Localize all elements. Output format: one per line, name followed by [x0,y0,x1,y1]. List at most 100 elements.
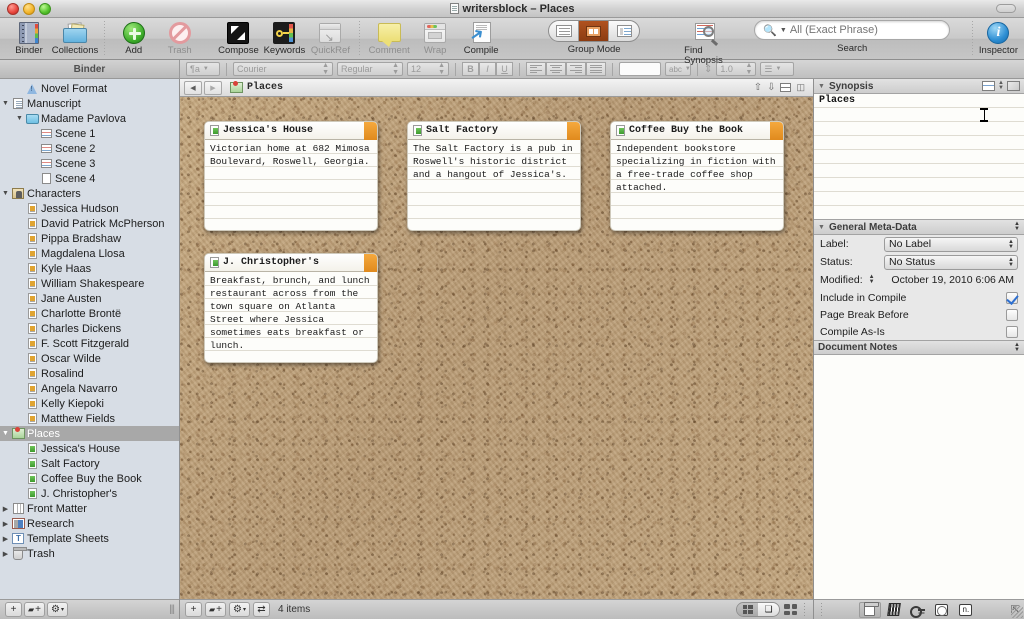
group-mode-outline[interactable] [549,21,580,41]
binder-item-jessica-s-house[interactable]: Jessica's House [0,441,179,456]
binder-item-david-patrick-mcpherson[interactable]: David Patrick McPherson [0,216,179,231]
synopsis-image-icon[interactable] [1007,81,1020,91]
zoom-button[interactable] [39,3,51,15]
group-mode-document[interactable] [609,21,639,41]
binder-item-salt-factory[interactable]: Salt Factory [0,456,179,471]
binder-item-charlotte-bront[interactable]: Charlotte Brontë [0,306,179,321]
chevron-down-icon[interactable]: ▼ [780,27,787,34]
italic-button[interactable]: I [479,62,496,76]
minimize-button[interactable] [23,3,35,15]
search-control[interactable]: 🔍 ▼ Search [754,20,951,54]
binder-item-coffee-buy-the-book[interactable]: Coffee Buy the Book [0,471,179,486]
disclosure-triangle-open-icon[interactable]: ▼ [0,430,11,437]
binder-item-novel-format[interactable]: Novel Format [0,81,179,96]
binder-add-button[interactable]: + [5,602,22,617]
binder-item-kyle-haas[interactable]: Kyle Haas [0,261,179,276]
font-family-menu[interactable]: Courier ▲ ▼ [233,62,333,76]
page-break-before-row[interactable]: Page Break Before [814,306,1024,323]
swap-button[interactable]: ⇄ [252,602,270,617]
keywords-tab[interactable] [907,602,929,618]
disclosure-triangle-closed-icon[interactable]: ▶ [0,535,11,543]
window-resize-grip[interactable] [1011,606,1023,618]
split-vertical-icon[interactable]: ◫ [796,82,805,93]
corkboard-view[interactable]: Jessica's House Victorian home at 682 Mim… [180,97,813,599]
binder-item-angela-navarro[interactable]: Angela Navarro [0,381,179,396]
index-card[interactable]: Coffee Buy the Book Independent bookstore… [610,121,784,231]
card-size-button[interactable] [784,604,797,615]
include-in-compile-checkbox[interactable] [1006,291,1018,304]
document-notes-area[interactable] [814,355,1024,599]
inspector-button[interactable]: i Inspector [979,20,1018,56]
page-break-before-checkbox[interactable] [1006,308,1018,321]
index-card[interactable]: Salt Factory The Salt Factory is a pub in… [407,121,581,231]
font-face-menu[interactable]: Regular ▲ ▼ [337,62,403,76]
index-card[interactable]: Jessica's House Victorian home at 682 Mim… [204,121,378,231]
binder-item-scene-4[interactable]: Scene 4 [0,171,179,186]
binder-item-matthew-fields[interactable]: Matthew Fields [0,411,179,426]
binder-item-j-christopher-s[interactable]: J. Christopher's [0,486,179,501]
document-notes-header[interactable]: Document Notes ▲ ▼ [814,340,1024,355]
binder-item-jane-austen[interactable]: Jane Austen [0,291,179,306]
align-justify-button[interactable] [586,62,606,76]
trash-button[interactable]: Trash [157,20,203,56]
compile-button[interactable]: ➜ Compile [458,20,504,56]
binder-item-scene-3[interactable]: Scene 3 [0,156,179,171]
binder-item-magdalena-llosa[interactable]: Magdalena Llosa [0,246,179,261]
references-tab[interactable] [883,602,905,618]
synopsis-card-icon[interactable] [982,81,996,91]
label-popup[interactable]: No Label ▲ ▼ [884,236,1018,252]
disclosure-triangle-open-icon[interactable]: ▼ [0,100,11,107]
group-mode-control[interactable]: Group Mode [548,20,641,55]
disclosure-triangle-closed-icon[interactable]: ▶ [0,550,11,558]
document-notes-stepper-icon[interactable]: ▲ ▼ [1014,342,1020,353]
binder-item-jessica-hudson[interactable]: Jessica Hudson [0,201,179,216]
synopsis-header[interactable]: ▼ Synopsis ▲ ▼ [814,79,1024,94]
font-size-menu[interactable]: 12 ▲ ▼ [407,62,449,76]
binder-add-folder-button[interactable]: ▰ + [24,602,45,617]
binder-item-f-scott-fitzgerald[interactable]: F. Scott Fitzgerald [0,336,179,351]
freeform-layout-button[interactable]: ❏ [758,603,779,616]
index-card-synopsis[interactable]: Breakfast, brunch, and lunch restaurant … [205,273,377,362]
binder-item-manuscript[interactable]: ▼ Manuscript [0,96,179,111]
search-field[interactable]: 🔍 ▼ [754,20,951,40]
disclosure-triangle-open-icon[interactable]: ▼ [14,115,25,122]
binder-item-front-matter[interactable]: ▶ Front Matter [0,501,179,516]
collections-button[interactable]: Collections [52,20,98,56]
binder-item-scene-2[interactable]: Scene 2 [0,141,179,156]
disclosure-triangle-open-icon[interactable]: ▼ [0,190,11,197]
index-card-synopsis[interactable]: Victorian home at 682 Mimosa Boulevard, … [205,141,377,230]
notes-tab[interactable] [858,601,881,618]
binder-item-places[interactable]: ▼ Places [0,426,179,441]
binder-item-rosalind[interactable]: Rosalind [0,366,179,381]
back-button[interactable]: ◀ [184,80,202,95]
editor-settings-button[interactable]: ⚙ ▾ [229,602,250,617]
binder-item-kelly-kiepoki[interactable]: Kelly Kiepoki [0,396,179,411]
bold-button[interactable]: B [462,62,479,76]
compile-as-is-checkbox[interactable] [1006,325,1018,338]
align-center-button[interactable] [546,62,566,76]
list-menu[interactable]: ☰ ▼ [760,62,795,76]
editor-add-folder-button[interactable]: ▰ + [205,602,226,617]
binder-item-william-shakespeare[interactable]: William Shakespeare [0,276,179,291]
disclosure-triangle-closed-icon[interactable]: ▶ [0,520,11,528]
group-mode-corkboard[interactable] [579,21,610,41]
add-button[interactable]: Add [111,20,157,56]
synopsis-field[interactable]: Places [814,94,1024,220]
paragraph-style-menu[interactable]: ¶a ▼ [186,62,220,76]
index-card-synopsis[interactable]: The Salt Factory is a pub in Roswell's h… [408,141,580,230]
card-layout-toggle[interactable]: ❏ [736,602,780,617]
modified-stepper-icon[interactable]: ▲ ▼ [869,274,875,285]
toolbar-toggle-button[interactable] [996,4,1016,13]
editor-add-button[interactable]: + [185,602,202,617]
binder-settings-button[interactable]: ⚙ ▾ [47,602,68,617]
binder-tree[interactable]: Novel Format▼Manuscript▼Madame PavlovaSc… [0,79,179,599]
binder-resize-grip[interactable]: ||| [169,604,175,615]
meta-data-tab[interactable] [931,602,953,618]
group-mode-segments[interactable] [548,20,641,42]
binder-item-oscar-wilde[interactable]: Oscar Wilde [0,351,179,366]
grid-layout-button[interactable] [737,603,758,616]
meta-data-stepper-icon[interactable]: ▲ ▼ [1014,221,1020,232]
comment-button[interactable]: Comment [366,20,412,56]
binder-item-template-sheets[interactable]: ▶ Template Sheets [0,531,179,546]
move-down-icon[interactable]: ⇩ [767,82,775,93]
